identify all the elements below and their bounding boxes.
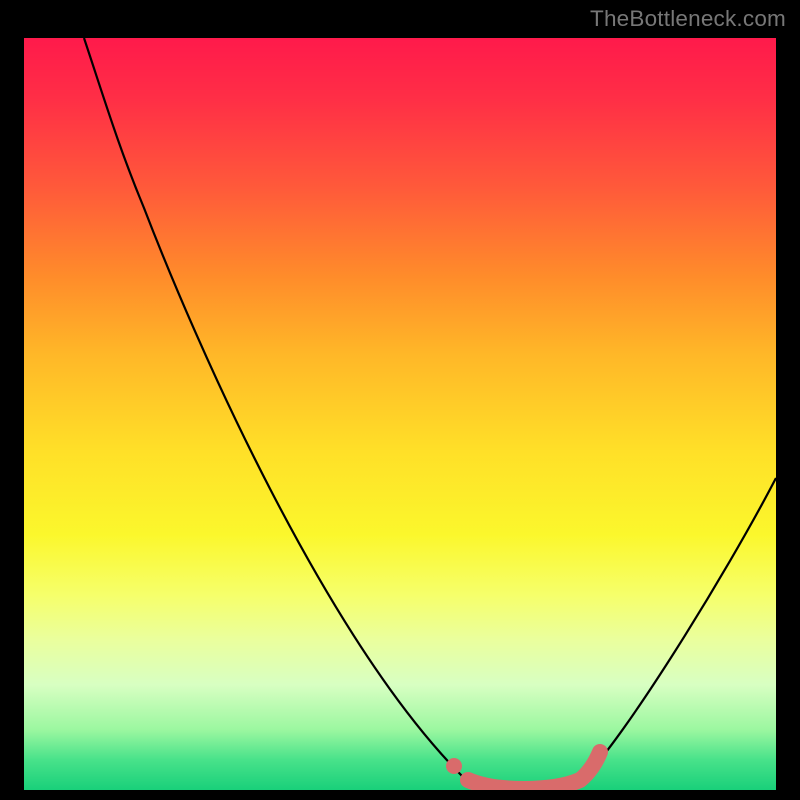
highlight-dot — [446, 758, 462, 774]
watermark-label: TheBottleneck.com — [590, 6, 786, 32]
bottleneck-curve — [84, 38, 776, 790]
highlight-segment — [468, 752, 600, 789]
chart-svg — [24, 38, 776, 790]
bottleneck-chart — [24, 38, 776, 790]
